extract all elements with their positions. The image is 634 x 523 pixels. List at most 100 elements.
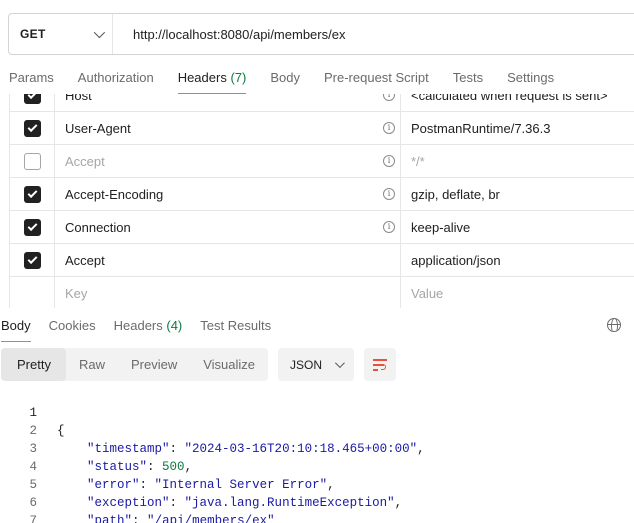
check-icon — [27, 187, 37, 198]
check-icon — [27, 253, 37, 264]
tab-body-label: Body — [270, 70, 300, 85]
format-dropdown[interactable]: JSON — [278, 348, 355, 381]
response-body-viewer[interactable]: 1 { 2 "timestamp": "2024-03-16T20:10:18.… — [0, 386, 634, 523]
globe-icon[interactable] — [607, 318, 621, 332]
tab-response-headers-label: Headers — [113, 318, 163, 333]
format-label: JSON — [290, 357, 323, 372]
header-value[interactable]: keep-alive — [402, 211, 470, 243]
header-checkbox-cell — [10, 244, 55, 276]
view-raw-label: Raw — [78, 357, 105, 372]
info-icon[interactable]: i — [383, 155, 395, 167]
view-pretty-label: Pretty — [17, 357, 51, 372]
view-visualize-label: Visualize — [203, 357, 256, 372]
code-line: 2 "timestamp": "2024-03-16T20:10:18.465+… — [0, 404, 634, 456]
header-value-text: keep-alive — [411, 219, 471, 235]
header-value-text: <calculated when request is sent> — [411, 94, 608, 103]
tab-cookies-label: Cookies — [48, 318, 96, 333]
tab-params-label: Params — [9, 70, 54, 85]
tab-cookies[interactable]: Cookies — [40, 310, 105, 342]
table-row: Accept-Encoding i gzip, deflate, br — [10, 178, 634, 211]
header-checkbox[interactable] — [23, 218, 41, 236]
table-row: Accept i */* — [10, 145, 634, 178]
header-value[interactable]: */* — [402, 145, 425, 177]
response-tabs: Body Cookies Headers (4) Test Results — [0, 310, 634, 342]
header-checkbox-cell — [10, 178, 55, 210]
table-row-new: Key Value — [10, 277, 634, 308]
tab-headers[interactable]: Headers (7) — [166, 62, 259, 94]
header-checkbox-cell — [10, 277, 55, 308]
header-checkbox-cell — [10, 94, 55, 111]
header-key-text: Host — [65, 94, 92, 103]
headers-table: Host i <calculated when request is sent> … — [9, 94, 634, 308]
new-header-value-input[interactable]: Value — [402, 277, 443, 308]
tab-body[interactable]: Body — [258, 62, 312, 94]
info-icon[interactable]: i — [383, 221, 395, 233]
tab-response-body-label: Body — [1, 318, 31, 333]
wrap-lines-button[interactable] — [364, 348, 397, 381]
header-value[interactable]: gzip, deflate, br — [402, 178, 500, 210]
check-icon — [27, 94, 37, 99]
table-row: User-Agent i PostmanRuntime/7.36.3 — [10, 112, 634, 145]
tab-authorization[interactable]: Authorization — [66, 62, 166, 94]
json-path-link[interactable]: /api/members/ex — [155, 514, 268, 523]
header-key-text: User-Agent — [65, 120, 131, 136]
view-preview-button[interactable]: Preview — [118, 348, 190, 381]
view-visualize-button[interactable]: Visualize — [190, 348, 268, 381]
view-raw-button[interactable]: Raw — [66, 348, 118, 381]
tab-pre-request-script[interactable]: Pre-request Script — [312, 62, 441, 94]
code-line: 3 "status": 500, — [0, 422, 634, 474]
tab-settings-label: Settings — [507, 70, 555, 85]
tab-response-body[interactable]: Body — [0, 310, 40, 342]
method-label: GET — [20, 27, 46, 41]
wrap-lines-icon — [373, 358, 388, 371]
header-key[interactable]: Connection i — [56, 211, 401, 243]
header-key-text: Accept-Encoding — [65, 186, 164, 202]
header-checkbox[interactable] — [23, 119, 41, 137]
code-line: 6 "path": "/api/members/ex" — [0, 476, 634, 523]
json-quote: " — [267, 514, 275, 523]
view-pretty-button[interactable]: Pretty — [1, 348, 66, 381]
tab-response-headers-count: (4) — [166, 318, 183, 333]
tab-tests-label: Tests — [452, 70, 484, 85]
header-key-text: Accept — [65, 252, 105, 268]
header-key[interactable]: Accept — [56, 244, 401, 276]
tab-pre-request-script-label: Pre-request Script — [323, 70, 429, 85]
code-line: 7 } — [0, 494, 634, 523]
header-checkbox-cell — [10, 112, 55, 144]
code-line: 5 "exception": "java.lang.RuntimeExcepti… — [0, 458, 634, 510]
tab-response-headers[interactable]: Headers (4) — [105, 310, 192, 342]
tab-params[interactable]: Params — [0, 62, 66, 94]
header-checkbox[interactable] — [23, 152, 41, 170]
tab-test-results[interactable]: Test Results — [191, 310, 280, 342]
tab-tests[interactable]: Tests — [441, 62, 495, 94]
line-number: 7 — [29, 514, 37, 523]
json-quote: " — [147, 514, 155, 523]
header-key[interactable]: Accept-Encoding i — [56, 178, 401, 210]
tab-test-results-label: Test Results — [200, 318, 272, 333]
code-text: "path": "/api/members/ex" — [57, 512, 275, 523]
new-header-key-input[interactable]: Key — [56, 277, 401, 308]
method-selector[interactable]: GET — [9, 14, 113, 54]
url-input[interactable]: http://localhost:8080/api/members/ex — [113, 27, 345, 42]
key-placeholder: Key — [65, 285, 88, 301]
header-checkbox[interactable] — [23, 185, 41, 203]
info-icon[interactable]: i — [383, 122, 395, 134]
header-key[interactable]: User-Agent i — [56, 112, 401, 144]
info-icon[interactable]: i — [383, 188, 395, 200]
header-value[interactable]: PostmanRuntime/7.36.3 — [402, 112, 550, 144]
header-key[interactable]: Accept i — [56, 145, 401, 177]
table-row: Connection i keep-alive — [10, 211, 634, 244]
header-value[interactable]: application/json — [402, 244, 501, 276]
tab-headers-label: Headers — [177, 70, 227, 85]
view-mode-selector: Pretty Raw Preview Visualize — [1, 348, 269, 381]
header-checkbox[interactable] — [23, 94, 41, 104]
header-checkbox[interactable] — [23, 251, 41, 269]
header-value-text: */* — [411, 153, 425, 169]
info-icon[interactable]: i — [383, 94, 395, 101]
header-value-text: PostmanRuntime/7.36.3 — [411, 120, 551, 136]
header-value[interactable]: <calculated when request is sent> — [402, 94, 608, 111]
header-key[interactable]: Host i — [56, 94, 401, 111]
tab-settings[interactable]: Settings — [495, 62, 566, 94]
value-placeholder: Value — [411, 285, 444, 301]
request-tabs: Params Authorization Headers (7) Body Pr… — [0, 62, 634, 94]
